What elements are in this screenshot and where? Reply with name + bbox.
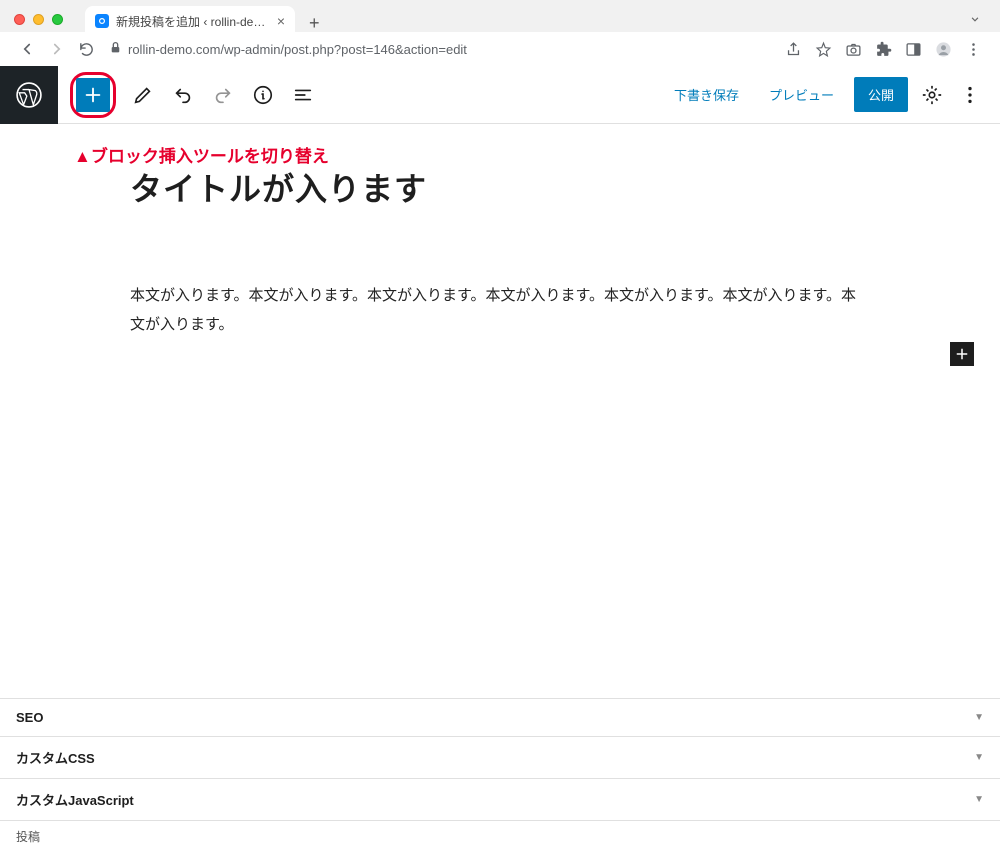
tabs-dropdown-icon[interactable] [968,12,982,29]
chrome-menu-icon[interactable] [964,40,982,58]
window-controls: 新規投稿を追加 ‹ rollin-demo — × + [0,0,1000,32]
browser-tab[interactable]: 新規投稿を追加 ‹ rollin-demo — × [85,6,295,36]
post-title[interactable]: タイトルが入ります [130,164,1000,210]
panel-title: SEO [16,710,43,725]
address-bar-row: rollin-demo.com/wp-admin/post.php?post=1… [0,32,1000,66]
save-draft-button[interactable]: 下書き保存 [664,79,749,110]
settings-button[interactable] [918,81,946,109]
publish-button[interactable]: 公開 [854,77,908,112]
panel-custom-css[interactable]: カスタムCSS ▼ [0,736,1000,778]
more-menu-button[interactable] [956,81,984,109]
inserter-highlight [70,72,116,118]
details-button[interactable] [250,82,276,108]
chevron-down-icon: ▼ [974,794,984,805]
window-minimize-button[interactable] [33,14,44,25]
editor-toolbar: 下書き保存 プレビュー 公開 [0,66,1000,124]
chevron-down-icon: ▼ [974,712,984,723]
edit-tool-button[interactable] [130,82,156,108]
annotation-label: ▲ブロック挿入ツールを切り替え [74,142,329,167]
camera-icon[interactable] [844,40,862,58]
share-icon[interactable] [784,40,802,58]
tab-close-icon[interactable]: × [277,13,285,29]
redo-button[interactable] [210,82,236,108]
panel-title: カスタムCSS [16,748,95,767]
side-panel-icon[interactable] [904,40,922,58]
chevron-down-icon: ▼ [974,752,984,763]
new-tab-button[interactable]: + [309,13,320,34]
browser-chrome: 新規投稿を追加 ‹ rollin-demo — × + rollin-demo.… [0,0,1000,66]
tab-title: 新規投稿を追加 ‹ rollin-demo — [116,13,271,30]
footer-label: 投稿 [16,830,40,844]
undo-button[interactable] [170,82,196,108]
panel-title: カスタムJavaScript [16,790,134,809]
panel-custom-js[interactable]: カスタムJavaScript ▼ [0,778,1000,820]
panel-seo[interactable]: SEO ▼ [0,698,1000,736]
editor-content: ▲ブロック挿入ツールを切り替え タイトルが入ります 本文が入ります。本文が入りま… [0,124,1000,698]
add-block-button[interactable] [950,342,974,366]
lock-icon[interactable] [109,41,122,57]
window-close-button[interactable] [14,14,25,25]
forward-button[interactable] [48,40,66,58]
reload-button[interactable] [78,41,95,58]
address-bar[interactable]: rollin-demo.com/wp-admin/post.php?post=1… [128,42,778,57]
block-inserter-button[interactable] [76,78,110,112]
wordpress-logo-button[interactable] [0,66,58,124]
list-view-button[interactable] [290,82,316,108]
post-body[interactable]: 本文が入ります。本文が入ります。本文が入ります。本文が入ります。本文が入ります。… [130,282,870,339]
preview-button[interactable]: プレビュー [759,79,844,110]
star-icon[interactable] [814,40,832,58]
footer-item[interactable]: 投稿 [0,820,1000,852]
extensions-icon[interactable] [874,40,892,58]
profile-icon[interactable] [934,40,952,58]
window-zoom-button[interactable] [52,14,63,25]
back-button[interactable] [18,40,36,58]
tab-favicon-icon [95,14,109,28]
